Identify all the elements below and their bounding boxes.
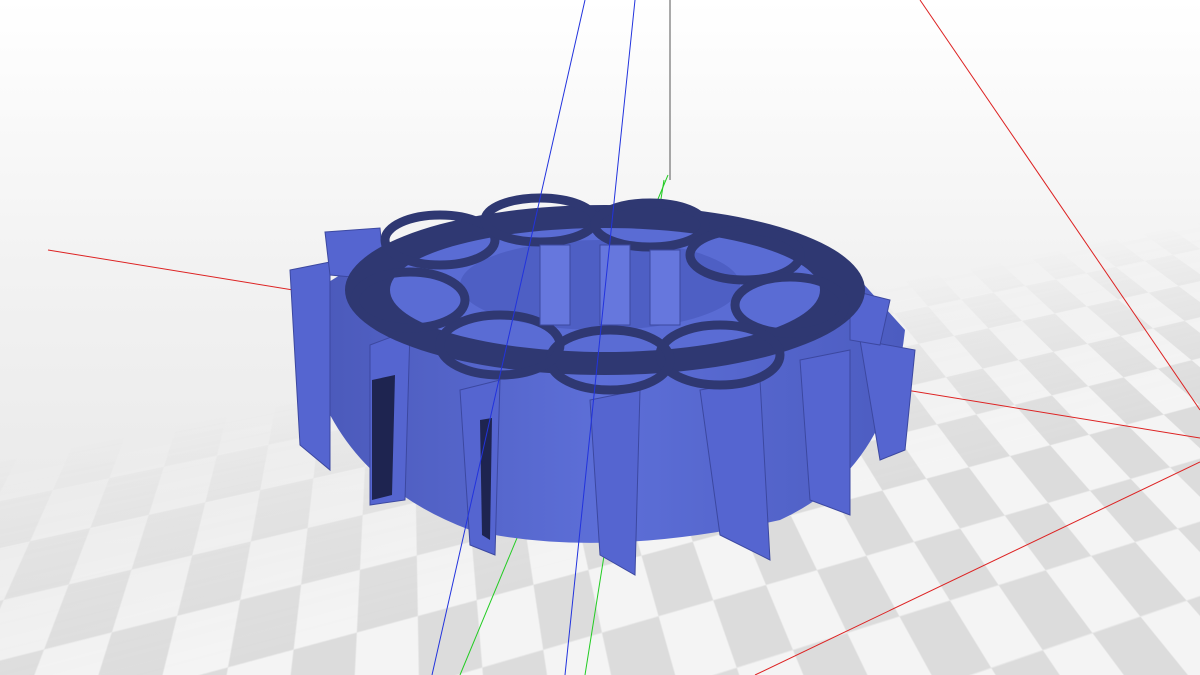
scene <box>47 0 1200 675</box>
3d-model[interactable] <box>289 193 916 576</box>
3d-viewport[interactable] <box>0 0 1200 675</box>
axis-x-line <box>919 0 1200 411</box>
